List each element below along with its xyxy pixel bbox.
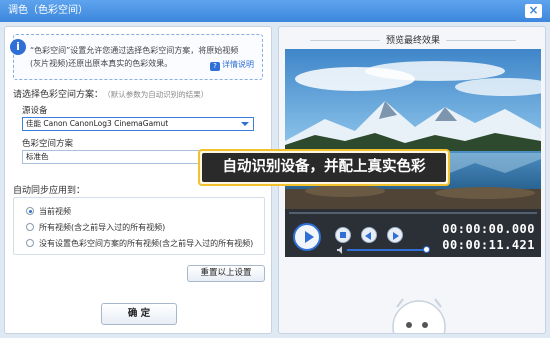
previous-frame-icon[interactable] xyxy=(361,227,377,243)
sync-option-all-label: 所有视频(含之前导入过的所有视频) xyxy=(39,223,166,232)
radio-icon xyxy=(26,223,34,231)
sync-option-unset[interactable]: 没有设置色彩空间方案的所有视频(含之前导入过的所有视频) xyxy=(26,238,253,249)
color-space-value: 标准色 xyxy=(26,152,49,161)
sync-option-current-label: 当前视频 xyxy=(39,207,71,216)
chevron-down-icon xyxy=(241,122,249,126)
radio-checked-icon xyxy=(26,207,34,215)
sync-option-unset-label: 没有设置色彩空间方案的所有视频(含之前导入过的所有视频) xyxy=(39,239,254,248)
total-time: 00:00:11.421 xyxy=(442,238,535,252)
preview-title-text: 预览最终效果 xyxy=(385,36,440,46)
window-title: 调色（色彩空间） xyxy=(8,5,88,16)
color-space-label: 色彩空间方案 xyxy=(22,139,74,149)
radio-icon xyxy=(26,239,34,247)
help-book-icon: ? xyxy=(210,62,220,71)
current-time: 00:00:00.000 xyxy=(442,222,535,236)
progress-bar[interactable] xyxy=(285,209,541,217)
volume-knob[interactable] xyxy=(423,246,430,253)
scheme-heading: 请选择色彩空间方案： （默认参数为自动识别的结果） xyxy=(13,87,208,100)
stop-icon[interactable] xyxy=(335,227,351,243)
info-icon: i xyxy=(10,39,26,55)
scheme-heading-text: 请选择色彩空间方案： xyxy=(13,90,104,100)
info-box: i “色彩空间”设置允许您通过选择色彩空间方案，将原始视频(灰片视频)还原出原本… xyxy=(10,34,263,80)
preview-title: 预览最终效果 xyxy=(279,33,545,46)
confirm-button[interactable]: 确 定 xyxy=(101,303,177,325)
detail-link[interactable]: ? 详情说明 xyxy=(210,59,254,71)
scheme-hint: （默认参数为自动识别的结果） xyxy=(107,90,209,99)
next-frame-icon[interactable] xyxy=(387,227,403,243)
source-device-value: 佳能 Canon CanonLog3 CinemaGamut xyxy=(26,119,169,128)
sync-option-all[interactable]: 所有视频(含之前导入过的所有视频) xyxy=(26,222,165,233)
feature-callout: 自动识别设备，并配上真实色彩 xyxy=(198,149,450,186)
speaker-icon[interactable] xyxy=(337,246,345,254)
source-device-select[interactable]: 佳能 Canon CanonLog3 CinemaGamut xyxy=(22,117,254,131)
volume-slider[interactable] xyxy=(347,249,427,251)
close-button[interactable]: × xyxy=(525,4,542,18)
window-titlebar: 调色（色彩空间） × xyxy=(0,0,550,22)
source-device-label: 源设备 xyxy=(22,106,48,116)
player-controls: 00:00:00.000 00:00:11.421 xyxy=(285,217,541,257)
progress-track xyxy=(289,212,537,214)
callout-text: 自动识别设备，并配上真实色彩 xyxy=(202,153,446,182)
sync-heading: 自动同步应用到： xyxy=(13,186,86,196)
play-icon[interactable] xyxy=(293,223,321,251)
sync-option-current[interactable]: 当前视频 xyxy=(26,206,71,217)
reset-button[interactable]: 重置以上设置 xyxy=(187,265,265,282)
sync-options-group: 当前视频 所有视频(含之前导入过的所有视频) 没有设置色彩空间方案的所有视频(含… xyxy=(13,197,265,255)
detail-link-label: 详情说明 xyxy=(222,60,254,69)
mascot-illustration xyxy=(392,298,446,333)
